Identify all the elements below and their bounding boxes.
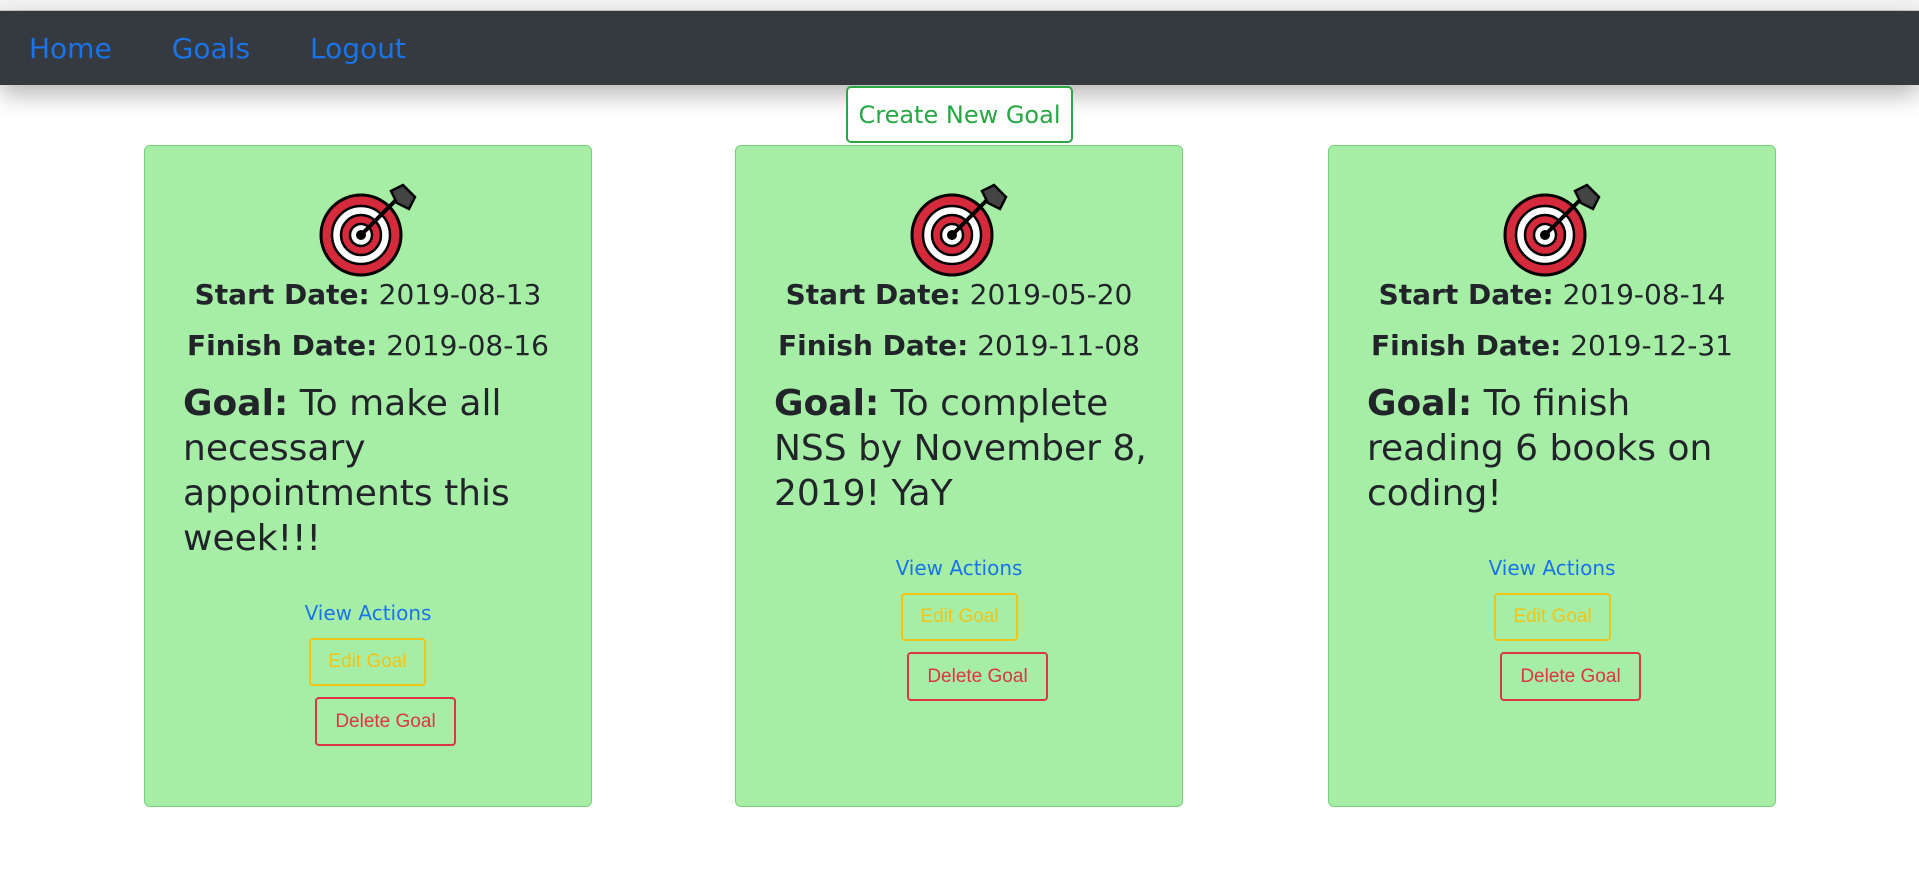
goal-description: Goal: To make all necessary appointments… xyxy=(183,383,510,559)
navbar: Home Goals Logout xyxy=(0,11,1919,85)
edit-goal-button[interactable]: Edit Goal xyxy=(309,638,426,686)
goal-description: Goal: To finish reading 6 books on codin… xyxy=(1367,383,1713,514)
view-actions-link[interactable]: View Actions xyxy=(145,601,591,625)
start-date: Start Date: 2019-08-13 xyxy=(194,278,542,311)
start-date: Start Date: 2019-08-14 xyxy=(1378,278,1726,311)
browser-top-edge xyxy=(0,0,1919,11)
start-date: Start Date: 2019-05-20 xyxy=(785,278,1133,311)
goal-card: Start Date: 2019-05-20 Finish Date: 2019… xyxy=(735,145,1183,807)
edit-goal-button[interactable]: Edit Goal xyxy=(901,593,1018,641)
goal-card: Start Date: 2019-08-13 Finish Date: 2019… xyxy=(144,145,592,807)
delete-goal-button[interactable]: Delete Goal xyxy=(1500,652,1641,701)
delete-goal-button[interactable]: Delete Goal xyxy=(907,652,1048,701)
finish-date: Finish Date: 2019-08-16 xyxy=(187,329,549,362)
edit-goal-button[interactable]: Edit Goal xyxy=(1494,593,1611,641)
create-new-goal-button[interactable]: Create New Goal xyxy=(846,86,1073,143)
finish-date: Finish Date: 2019-11-08 xyxy=(778,329,1140,362)
nav-home-link[interactable]: Home xyxy=(29,32,112,65)
view-actions-link[interactable]: View Actions xyxy=(1329,556,1775,580)
target-icon xyxy=(319,183,417,277)
finish-date: Finish Date: 2019-12-31 xyxy=(1371,329,1733,362)
target-icon xyxy=(1503,183,1601,277)
delete-goal-button[interactable]: Delete Goal xyxy=(315,697,456,746)
nav-goals-link[interactable]: Goals xyxy=(172,32,250,65)
target-icon xyxy=(910,183,1008,277)
view-actions-link[interactable]: View Actions xyxy=(736,556,1182,580)
goal-description: Goal: To complete NSS by November 8, 201… xyxy=(774,383,1147,514)
nav-logout-link[interactable]: Logout xyxy=(310,32,406,65)
goal-card: Start Date: 2019-08-14 Finish Date: 2019… xyxy=(1328,145,1776,807)
